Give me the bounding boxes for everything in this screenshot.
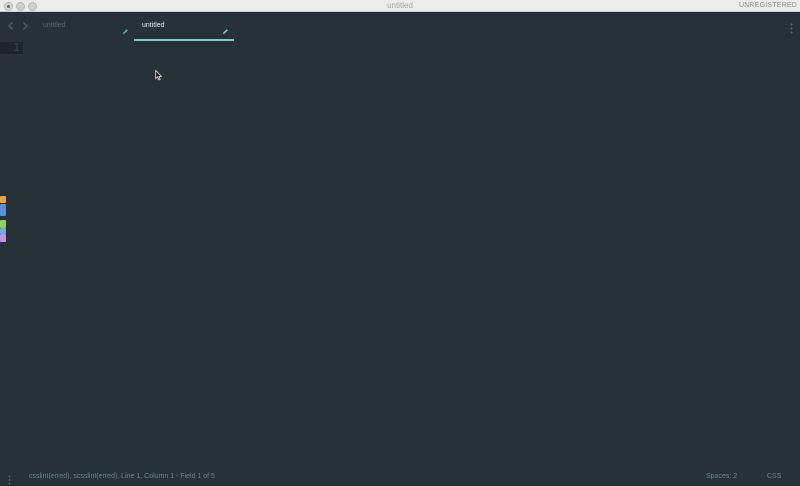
registration-label: UNREGISTERED (738, 2, 797, 9)
color-swatch[interactable] (0, 220, 6, 228)
status-info: csslint(erred), scsslint(erred), Line 1,… (29, 473, 215, 480)
active-tab-indicator (134, 39, 234, 41)
color-swatch[interactable] (0, 204, 6, 216)
status-bar: csslint(erred), scsslint(erred), Line 1,… (0, 468, 800, 486)
line-number: 1 (13, 41, 20, 54)
gutter-current-line: 1 (0, 42, 23, 54)
window-title: untitled (387, 1, 413, 10)
pencil-icon (122, 22, 129, 34)
color-swatch[interactable] (0, 196, 6, 203)
syntax-selector[interactable]: CSS (767, 472, 781, 482)
color-swatch[interactable] (0, 234, 6, 242)
tab-untitled-1[interactable]: untitled (36, 12, 132, 40)
pencil-icon (222, 22, 229, 34)
chevron-left-icon[interactable] (6, 20, 16, 32)
title-bar: untitled UNREGISTERED (0, 0, 800, 12)
more-vertical-icon[interactable] (790, 21, 793, 34)
tab-bar: untitled untitled (0, 12, 800, 42)
tab-label: untitled (142, 22, 165, 29)
color-palette[interactable] (0, 196, 7, 244)
text-editor-area[interactable]: 1 (0, 42, 800, 468)
panel-menu-icon[interactable] (8, 472, 11, 485)
editor-window: untitled UNREGISTERED untitled untitled (0, 0, 800, 486)
mouse-pointer-icon (155, 68, 163, 81)
tab-label: untitled (43, 22, 66, 29)
tab-untitled-2-active[interactable]: untitled (134, 12, 234, 41)
chevron-right-icon[interactable] (20, 20, 30, 32)
indentation-setting[interactable]: Spaces: 2 (706, 472, 737, 482)
